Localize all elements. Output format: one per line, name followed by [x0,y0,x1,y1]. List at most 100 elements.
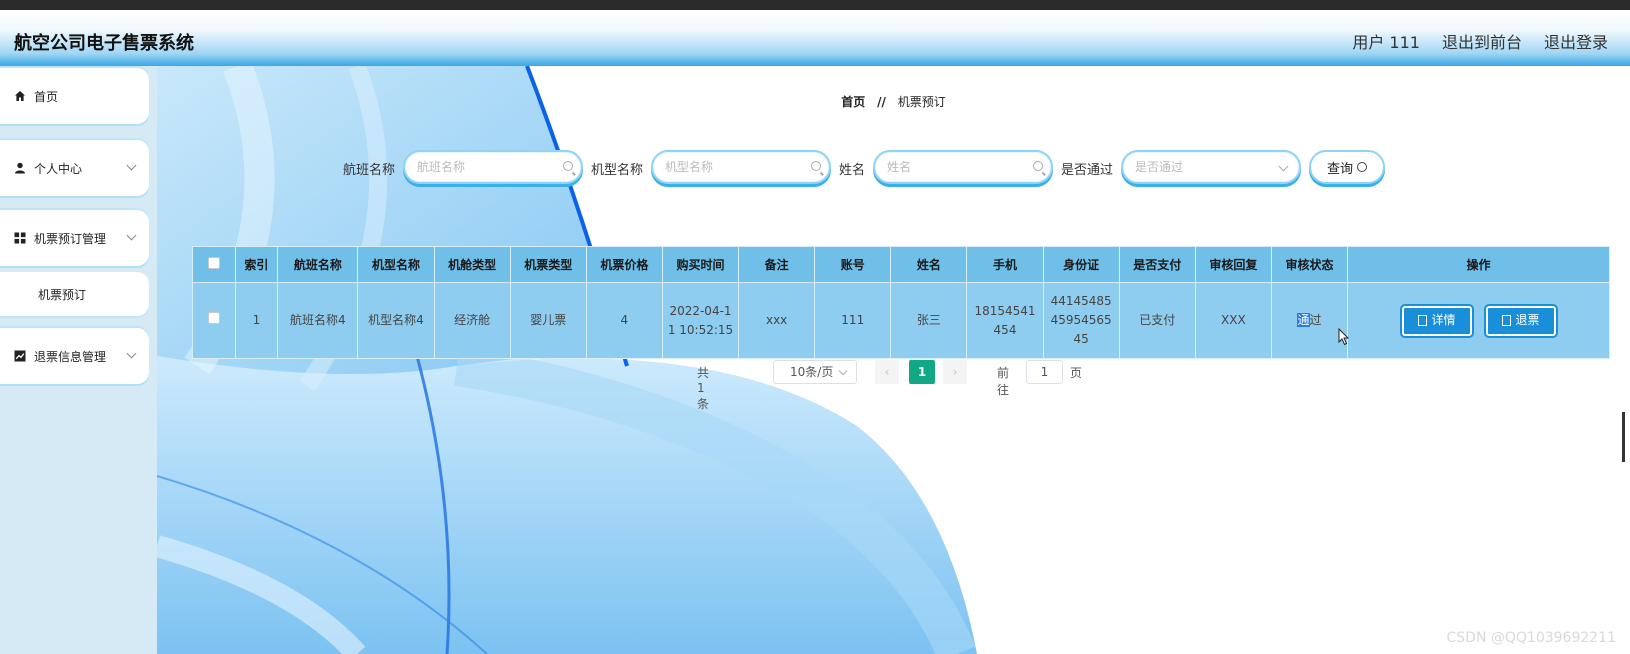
chevron-down-icon [126,160,137,171]
sidebar-item-personal-center[interactable]: 个人中心 [0,140,149,196]
name-input[interactable]: 姓名 [873,150,1053,184]
sidebar-item-label: 首页 [34,89,59,104]
model-name-label: 机型名称 [591,163,644,178]
row-checkbox[interactable] [207,312,220,324]
breadcrumb-current: 机票预订 [897,95,946,109]
name-label: 姓名 [839,163,866,178]
detail-button[interactable]: 详情 [1399,303,1474,338]
page-unit-label: 页 [1070,366,1083,380]
app-title: 航空公司电子售票系统 [14,33,194,54]
logout-link[interactable]: 退出登录 [1544,29,1608,53]
status-text: 过 [1309,313,1322,327]
column-header: 索引 [234,246,279,283]
cell-index: 1 [234,282,279,359]
sidebar-item-refund-management[interactable]: 退票信息管理 [0,328,149,384]
cell-cabin-type: 经济舱 [433,282,511,359]
pagination-total: 共 1 条 [697,366,710,411]
cell-price: 4 [585,282,663,359]
sidebar-item-home[interactable]: 首页 [0,68,149,124]
document-icon [1417,315,1427,326]
column-header: 航班名称 [277,246,359,283]
column-header: 身份证 [1042,246,1120,283]
search-icon [1357,162,1367,172]
current-page-number[interactable]: 1 [909,360,935,384]
page-size-select[interactable]: 10条/页 [773,360,857,384]
breadcrumb-home[interactable]: 首页 [841,95,865,109]
user-icon [14,162,26,174]
cell-id-card: 441454854595456545 [1042,282,1120,359]
sidebar-item-label: 退票信息管理 [34,349,107,364]
search-icon [1033,161,1043,171]
prev-page-button[interactable]: ‹ [875,360,899,384]
sidebar-subitem-label: 机票预订 [38,287,87,302]
watermark: CSDN @QQ1039692211 [1446,630,1616,646]
name-placeholder: 姓名 [887,160,912,174]
refund-button[interactable]: 退票 [1483,303,1558,338]
cell-model-name: 机型名称4 [357,282,435,359]
search-icon [811,161,821,171]
flight-name-input[interactable]: 航班名称 [403,150,583,184]
status-selected-text: 通 [1297,313,1310,327]
column-header: 机票价格 [585,246,663,283]
cell-paid: 已支付 [1118,282,1196,359]
column-header: 购买时间 [661,246,740,283]
cell-account: 111 [814,282,892,359]
window-edge-mark [1622,412,1625,462]
select-all-cell [192,246,236,283]
sidebar: 首页 个人中心 机票预订管理 机票预订 退票信息管理 [0,66,157,654]
cell-flight-name: 航班名称4 [277,282,359,359]
goto-page-input[interactable]: 1 [1026,360,1063,384]
grid-icon [14,232,26,244]
refund-button-label: 退票 [1515,313,1540,327]
main-content: 首页 // 机票预订 航班名称 航班名称 机型名称 机型名称 姓名 姓名 是否通… [157,66,1630,654]
column-header: 账号 [814,246,892,283]
column-header: 审核状态 [1270,246,1349,283]
column-header: 手机 [966,246,1044,283]
row-select-cell [192,282,236,359]
search-icon [563,161,573,171]
chevron-down-icon [126,348,137,359]
cell-purchase-time: 2022-04-11 10:52:15 [661,282,740,359]
passed-placeholder: 是否通过 [1135,160,1184,174]
cell-review-reply: XXX [1194,282,1272,359]
column-header: 备注 [738,246,816,283]
table-row: 1 航班名称4 机型名称4 经济舱 婴儿票 4 2022-04-11 10:52… [192,282,1610,359]
flight-name-label: 航班名称 [343,163,396,178]
cell-actions: 详情 退票 [1347,282,1610,359]
cell-ticket-type: 婴儿票 [509,282,587,359]
cell-remark: xxx [738,282,816,359]
column-header: 机型名称 [357,246,435,283]
query-button[interactable]: 查询 [1309,150,1385,184]
passed-select[interactable]: 是否通过 [1121,150,1301,184]
booking-table: 索引 航班名称 机型名称 机舱类型 机票类型 机票价格 购买时间 备注 账号 姓… [192,246,1610,359]
column-header: 操作 [1347,246,1610,283]
chevron-down-icon [1278,161,1289,172]
select-all-checkbox[interactable] [207,257,220,269]
breadcrumb: 首页 // 机票预订 [157,93,1630,110]
column-header: 姓名 [890,246,968,283]
exit-to-frontend-link[interactable]: 退出到前台 [1442,29,1522,53]
cell-phone: 18154541454 [966,282,1044,359]
mouse-cursor-icon [1338,328,1350,346]
sidebar-subitem-ticket-booking[interactable]: 机票预订 [0,272,149,316]
column-header: 机票类型 [509,246,587,283]
current-user-label: 用户 111 [1352,33,1420,52]
top-header: 航空公司电子售票系统 用户 111 退出到前台 退出登录 [0,10,1630,66]
model-name-input[interactable]: 机型名称 [651,150,831,184]
next-page-button[interactable]: › [943,360,967,384]
query-button-label: 查询 [1326,161,1353,177]
cell-review-status: 通过 [1270,282,1349,359]
flight-name-placeholder: 航班名称 [417,160,466,174]
column-header: 是否支付 [1118,246,1196,283]
document-icon [1501,315,1511,326]
cell-name: 张三 [890,282,968,359]
column-header: 审核回复 [1194,246,1272,283]
table-header-row: 索引 航班名称 机型名称 机舱类型 机票类型 机票价格 购买时间 备注 账号 姓… [192,246,1610,283]
sidebar-item-label: 机票预订管理 [34,231,107,246]
breadcrumb-separator: // [877,95,886,109]
home-icon [14,90,26,102]
goto-label: 前往 [997,366,1010,397]
detail-button-label: 详情 [1431,313,1456,327]
header-actions: 用户 111 退出到前台 退出登录 [1352,29,1608,53]
sidebar-item-booking-management[interactable]: 机票预订管理 [0,210,149,266]
